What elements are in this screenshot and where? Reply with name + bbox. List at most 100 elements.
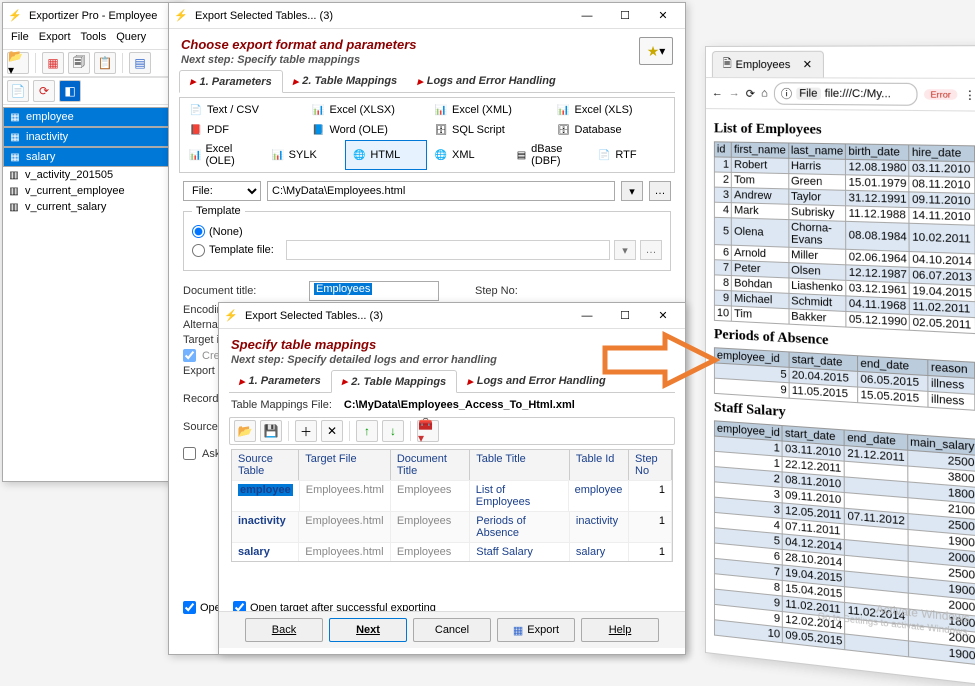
save-map-button[interactable]: 💾 xyxy=(260,420,282,442)
table-row[interactable]: salaryEmployees.htmlEmployeesStaff Salar… xyxy=(232,542,672,561)
format-html[interactable]: 🌐HTML xyxy=(345,140,427,170)
copy-button[interactable]: 🗐 xyxy=(68,52,90,74)
doc-title-input[interactable]: Employees xyxy=(309,281,439,301)
close-button[interactable]: ✕ xyxy=(645,304,681,328)
col-header[interactable]: Source Table xyxy=(232,450,299,480)
browser-content: List of Employees idfirst_namelast_nameb… xyxy=(706,109,975,672)
tab-1-parameters[interactable]: ▸1. Parameters xyxy=(229,370,331,392)
forward-icon[interactable]: → xyxy=(729,87,740,99)
format-excel-xlsx-[interactable]: 📊Excel (XLSX) xyxy=(305,100,428,120)
tree-item-employee[interactable]: ▦employee xyxy=(3,107,183,127)
format-rtf[interactable]: 📄RTF xyxy=(590,140,672,170)
main-window: ⚡ Exportizer Pro - Employee FileExportTo… xyxy=(2,2,184,482)
help-button[interactable]: Help xyxy=(581,618,659,642)
template-file-radio[interactable] xyxy=(192,244,205,257)
tools-button[interactable]: 🧰▾ xyxy=(417,420,439,442)
mapfile-label: Table Mappings File: xyxy=(231,399,332,411)
tab-logs-and-error-handling[interactable]: ▸Logs and Error Handling xyxy=(457,370,615,392)
employees-table: idfirst_namelast_namebirth_datehire_date… xyxy=(714,141,975,337)
tree-item-v_current_salary[interactable]: ▥v_current_salary xyxy=(3,199,183,215)
template-file-input[interactable] xyxy=(286,240,610,260)
tab-1-parameters[interactable]: ▸1. Parameters xyxy=(179,70,283,93)
format-word-ole-[interactable]: 📘Word (OLE) xyxy=(305,120,428,140)
select-button[interactable]: ◧ xyxy=(59,80,81,102)
browser-window: 🗎 Employees ✕ ← → ⟳ ⌂ ⓘ File file:///C:/… xyxy=(705,45,975,685)
mapfile-value: C:\MyData\Employees_Access_To_Html.xml xyxy=(344,399,575,411)
format-pdf[interactable]: 📕PDF xyxy=(182,120,305,140)
tab-logs-and-error-handling[interactable]: ▸Logs and Error Handling xyxy=(407,70,565,92)
open-map-button[interactable]: 📂 xyxy=(234,420,256,442)
table-row[interactable]: inactivityEmployees.htmlEmployeesPeriods… xyxy=(232,511,672,542)
template-browse-button[interactable]: … xyxy=(640,240,662,260)
info-icon: ⓘ xyxy=(781,85,792,101)
col-header[interactable]: Target File xyxy=(299,450,391,480)
maximize-button[interactable]: ☐ xyxy=(607,304,643,328)
copy2-button[interactable]: 📄 xyxy=(7,80,29,102)
tab-2-table-mappings[interactable]: ▸2. Table Mappings xyxy=(331,370,457,393)
back-icon[interactable]: ← xyxy=(712,87,723,99)
open-t-checkbox[interactable] xyxy=(183,601,196,614)
format-excel-xml-[interactable]: 📊Excel (XML) xyxy=(427,100,550,120)
create-checkbox[interactable] xyxy=(183,349,196,362)
file-mode-select[interactable]: File: xyxy=(183,181,261,201)
format-database[interactable]: 🗄Database xyxy=(550,120,673,140)
reload-icon[interactable]: ⟳ xyxy=(746,87,755,100)
tab-close-icon[interactable]: ✕ xyxy=(803,58,812,71)
format-text-csv[interactable]: 📄Text / CSV xyxy=(182,100,305,120)
format-dbase-dbf-[interactable]: ▤dBase (DBF) xyxy=(509,140,591,170)
format-excel-xls-[interactable]: 📊Excel (XLS) xyxy=(550,100,673,120)
tree-item-v_activity_201505[interactable]: ▥v_activity_201505 xyxy=(3,167,183,183)
favorites-button[interactable]: ★ ▾ xyxy=(639,37,673,65)
tab-2-table-mappings[interactable]: ▸2. Table Mappings xyxy=(283,70,407,92)
askb-checkbox[interactable] xyxy=(183,447,196,460)
menu-query[interactable]: Query xyxy=(116,31,146,47)
format-sql-script[interactable]: 🗄SQL Script xyxy=(427,120,550,140)
col-header[interactable]: Document Title xyxy=(391,450,470,480)
menu-tools[interactable]: Tools xyxy=(81,31,107,47)
format-excel-ole-[interactable]: 📊Excel (OLE) xyxy=(182,140,264,170)
menu-export[interactable]: Export xyxy=(39,31,71,47)
col-header[interactable]: Table Title xyxy=(470,450,570,480)
minimize-button[interactable]: — xyxy=(569,304,605,328)
delete-row-button[interactable]: ✕ xyxy=(321,420,343,442)
refresh-button[interactable]: ⟳ xyxy=(33,80,55,102)
open-button[interactable]: 📂▾ xyxy=(7,52,29,74)
cancel-button[interactable]: Cancel xyxy=(413,618,491,642)
format-icon: 📊 xyxy=(557,103,571,117)
format-icon: 📄 xyxy=(597,148,611,162)
add-row-button[interactable]: ＋ xyxy=(295,420,317,442)
col-header[interactable]: Table Id xyxy=(570,450,629,480)
maximize-button[interactable]: ☐ xyxy=(607,4,643,28)
address-bar[interactable]: ⓘ File file:///C:/My... xyxy=(774,82,918,106)
record-label: Record xyxy=(183,393,218,405)
browser-tab[interactable]: 🗎 Employees ✕ xyxy=(712,51,824,78)
table-row[interactable]: employeeEmployees.htmlEmployeesList of E… xyxy=(232,480,672,511)
file-browse-button[interactable]: … xyxy=(649,181,671,201)
move-up-button[interactable]: ↑ xyxy=(356,420,378,442)
format-xml[interactable]: 🌐XML xyxy=(427,140,509,170)
export-button[interactable]: ▦Export xyxy=(497,618,575,642)
template-none-radio[interactable] xyxy=(192,225,205,238)
tree-item-inactivity[interactable]: ▦inactivity xyxy=(3,127,183,147)
tree-item-v_current_employee[interactable]: ▥v_current_employee xyxy=(3,183,183,199)
browser-tab-title: Employees xyxy=(736,58,791,70)
file-path-input[interactable] xyxy=(267,181,615,201)
tree-item-salary[interactable]: ▦salary xyxy=(3,147,183,167)
menu-icon[interactable]: ⋮ xyxy=(964,88,975,102)
file-dropdown[interactable]: ▾ xyxy=(621,181,643,201)
close-button[interactable]: ✕ xyxy=(645,4,681,28)
next-button[interactable]: Next xyxy=(329,618,407,642)
grid-button[interactable]: ▦ xyxy=(42,52,64,74)
query-button[interactable]: ▤ xyxy=(129,52,151,74)
back-button[interactable]: Back xyxy=(245,618,323,642)
dialog2-titlebar: ⚡ Export Selected Tables... (3) — ☐ ✕ xyxy=(219,303,685,329)
home-icon[interactable]: ⌂ xyxy=(761,87,768,99)
menu-file[interactable]: File xyxy=(11,31,29,47)
format-sylk[interactable]: 📊SYLK xyxy=(264,140,346,170)
dialog1-tabs: ▸1. Parameters▸2. Table Mappings▸Logs an… xyxy=(179,70,675,93)
minimize-button[interactable]: — xyxy=(569,4,605,28)
move-down-button[interactable]: ↓ xyxy=(382,420,404,442)
paste-button[interactable]: 📋 xyxy=(94,52,116,74)
template-dropdown[interactable]: ▾ xyxy=(614,240,636,260)
col-header[interactable]: Step No xyxy=(629,450,672,480)
